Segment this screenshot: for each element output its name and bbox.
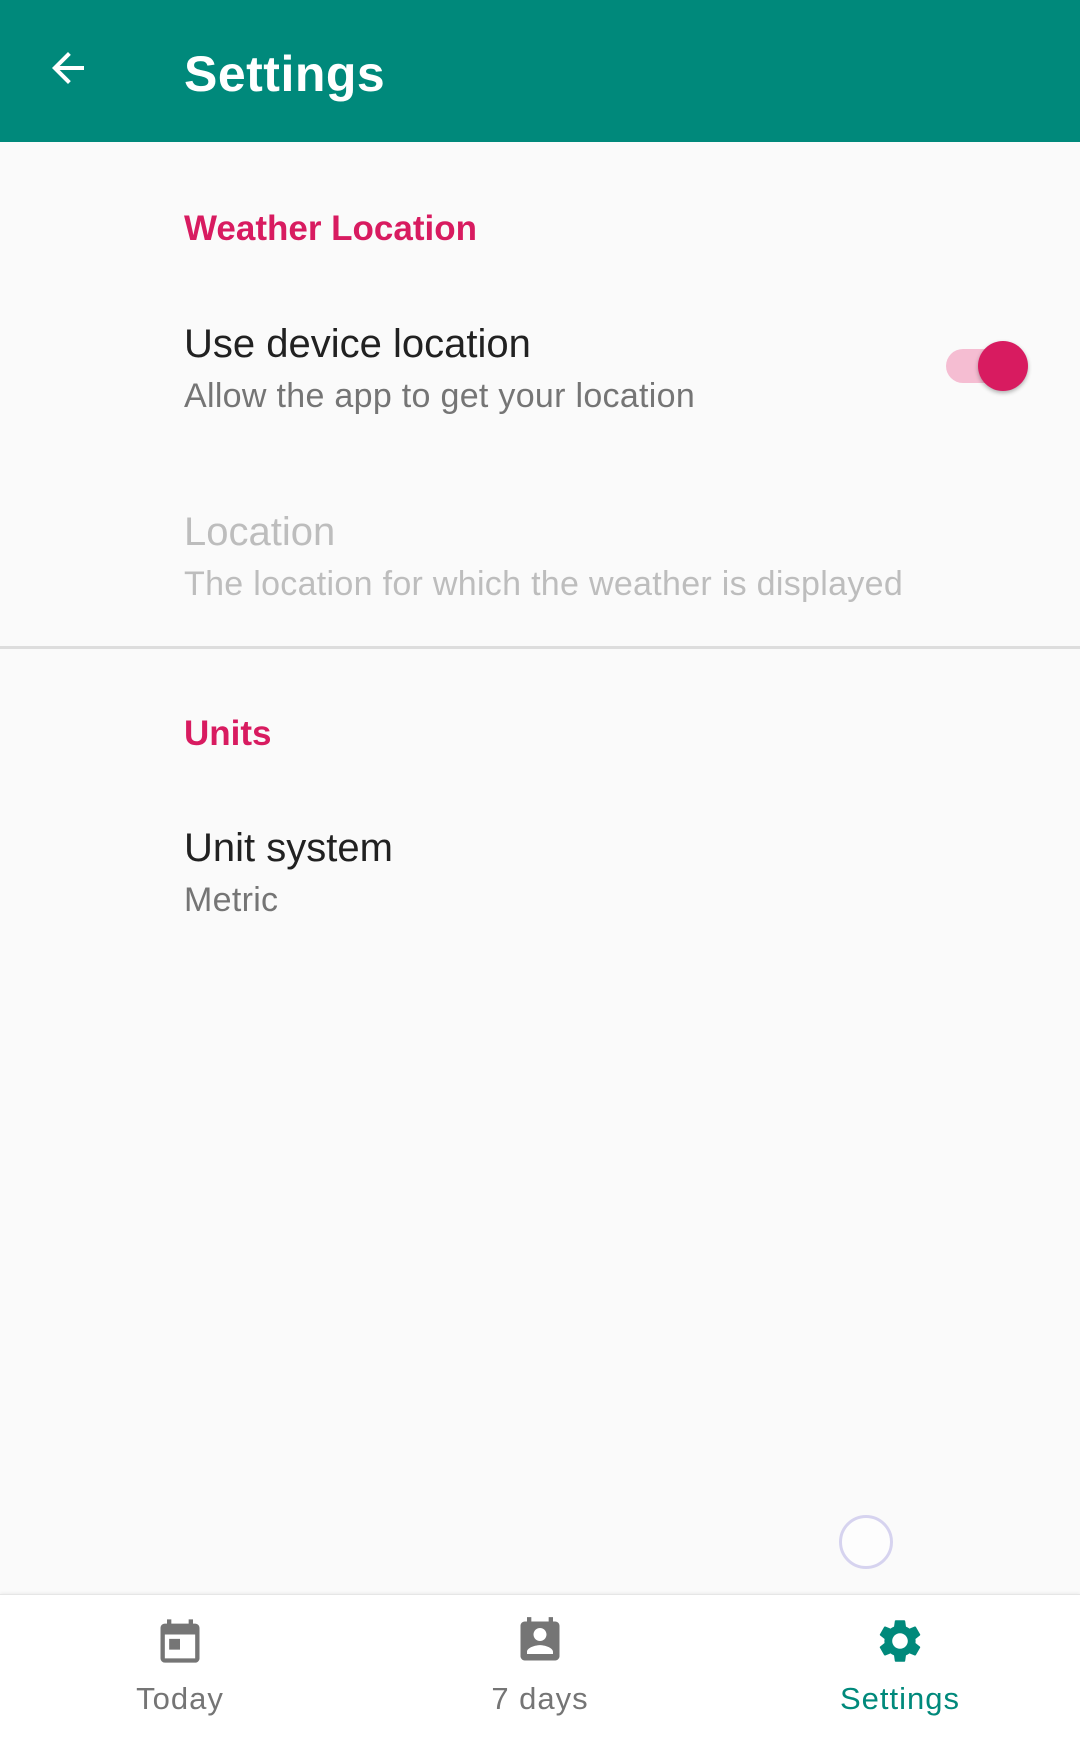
nav-item-settings[interactable]: Settings <box>720 1595 1080 1739</box>
switch-thumb <box>978 341 1028 391</box>
pref-summary: Metric <box>184 881 279 919</box>
calendar-icon <box>160 1619 200 1663</box>
page-title: Settings <box>184 46 386 102</box>
app-bar: Settings <box>0 0 1080 142</box>
pref-unit-system[interactable]: Unit system Metric <box>0 800 1080 950</box>
pref-use-device-location[interactable]: Use device location Allow the app to get… <box>0 296 1080 446</box>
nav-label: 7 days <box>491 1681 589 1716</box>
pref-title: Location <box>184 510 336 554</box>
nav-label: Settings <box>839 1681 960 1716</box>
contact-calendar-icon <box>520 1617 560 1661</box>
gear-icon <box>879 1620 921 1662</box>
back-button[interactable] <box>22 22 114 114</box>
nav-item-today[interactable]: Today <box>0 1595 360 1739</box>
touch-indicator <box>839 1515 893 1569</box>
arrow-back-icon <box>52 52 84 84</box>
nav-label: Today <box>136 1681 224 1716</box>
pref-location: Location The location for which the weat… <box>0 484 1080 634</box>
pref-title: Use device location <box>184 322 531 366</box>
pref-summary: Allow the app to get your location <box>184 377 696 415</box>
category-weather-location: Weather Location <box>184 209 478 248</box>
nav-item-7-days[interactable]: 7 days <box>360 1595 720 1739</box>
category-units: Units <box>184 714 272 753</box>
section-divider <box>0 646 1080 649</box>
pref-title: Unit system <box>184 826 393 870</box>
use-device-location-switch[interactable] <box>944 338 1032 394</box>
pref-summary: The location for which the weather is di… <box>184 565 904 603</box>
bottom-navigation: Today 7 days Settings <box>0 1594 1080 1739</box>
